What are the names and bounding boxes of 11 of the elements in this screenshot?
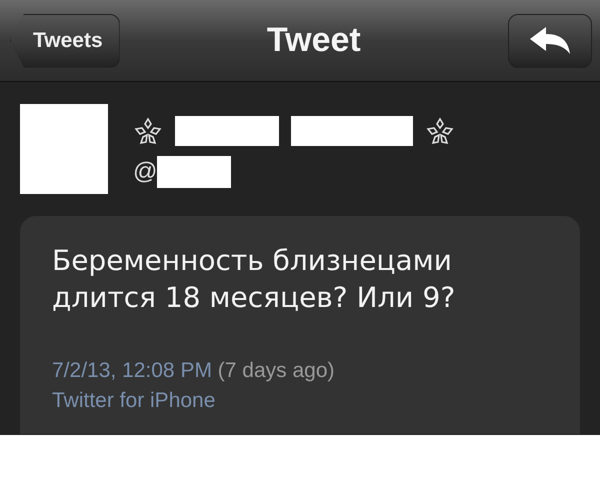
tweet-date-link[interactable]: 7/2/13, 12:08 PM <box>52 359 212 382</box>
handle-prefix: @ <box>133 158 158 186</box>
flower-icon <box>133 116 163 146</box>
reply-arrow-icon <box>528 26 572 56</box>
source-link[interactable]: Twitter for iPhone <box>52 389 216 412</box>
reply-button[interactable] <box>508 14 592 68</box>
screen-title: Tweet <box>266 21 361 60</box>
flower-icon <box>425 116 455 146</box>
tweet-age: (7 days ago) <box>218 359 335 382</box>
tweet-text: Беременность близнецами длится 18 месяцев? Или 9? <box>52 243 456 316</box>
back-button[interactable]: Tweets <box>10 14 120 68</box>
